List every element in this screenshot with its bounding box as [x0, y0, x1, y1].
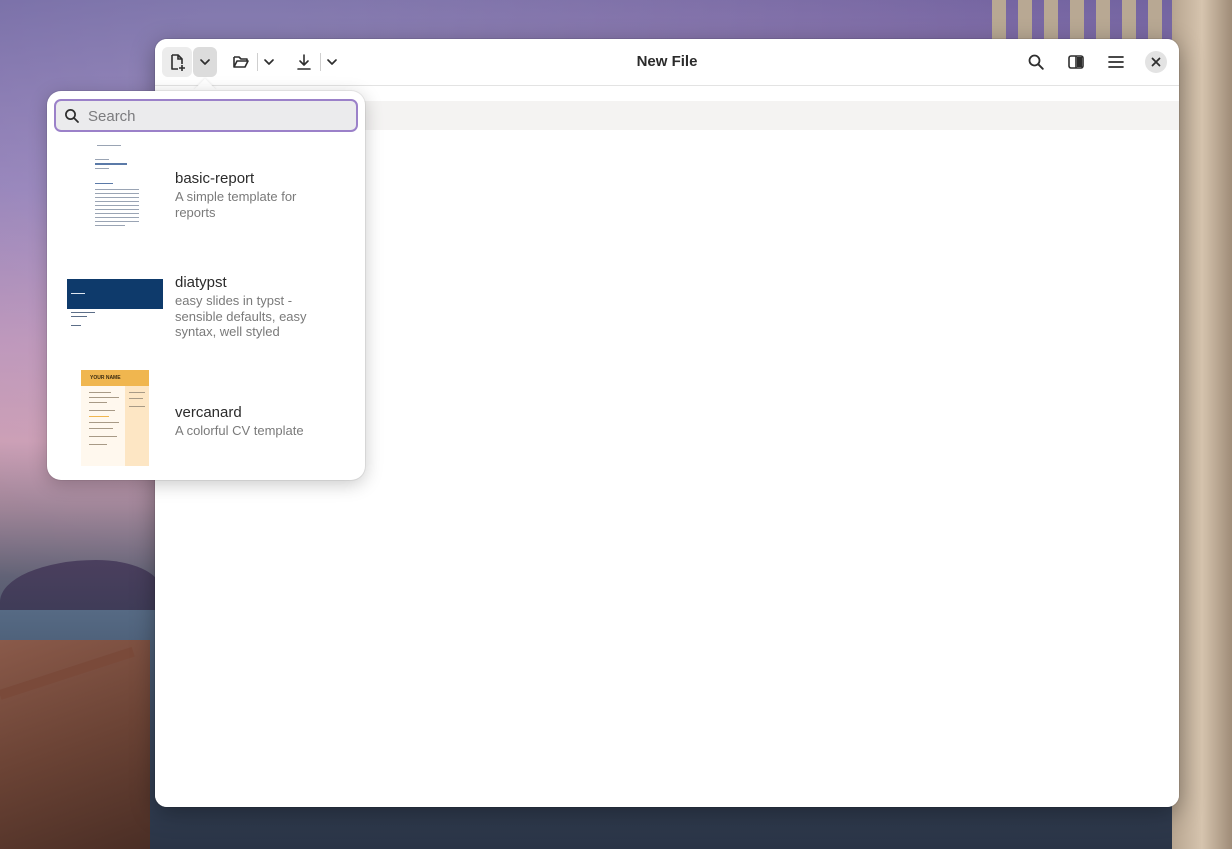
- template-search-field[interactable]: [54, 99, 358, 132]
- template-search-input[interactable]: [86, 103, 350, 130]
- search-button[interactable]: [1021, 47, 1051, 77]
- new-file-icon: [171, 54, 185, 71]
- template-name: vercanard: [175, 404, 242, 421]
- chevron-down-icon: [264, 59, 274, 65]
- template-item-diatypst[interactable]: diatypst easy slides in typst - sensible…: [47, 267, 365, 367]
- new-file-menu-button[interactable]: [193, 47, 217, 77]
- thumbnail-heading: YOUR NAME: [90, 375, 121, 381]
- separator: [320, 53, 321, 71]
- split-view-icon: [1068, 55, 1084, 69]
- template-description: A simple template for reports: [175, 189, 297, 220]
- chevron-down-icon: [200, 59, 210, 65]
- header-bar: New File: [155, 39, 1179, 86]
- main-menu-button[interactable]: [1101, 47, 1131, 77]
- template-description: easy slides in typst - sensible defaults…: [175, 293, 307, 339]
- template-name: basic-report: [175, 170, 255, 187]
- template-thumbnail: [67, 279, 163, 331]
- new-file-button[interactable]: [162, 47, 192, 77]
- template-name: diatypst: [175, 274, 227, 291]
- template-popover: basic-report A simple template for repor…: [47, 91, 365, 480]
- close-icon: [1151, 57, 1161, 67]
- search-icon: [1028, 54, 1044, 70]
- folder-open-icon: [233, 56, 249, 68]
- template-thumbnail: [67, 141, 163, 227]
- download-icon: [297, 54, 311, 70]
- close-window-button[interactable]: [1145, 51, 1167, 73]
- open-menu-button[interactable]: [259, 47, 279, 77]
- search-icon: [65, 109, 79, 123]
- open-file-button[interactable]: [226, 47, 256, 77]
- toggle-preview-button[interactable]: [1061, 47, 1091, 77]
- wallpaper-tower: [992, 0, 1232, 849]
- save-menu-button[interactable]: [322, 47, 342, 77]
- template-item-basic-report[interactable]: basic-report A simple template for repor…: [47, 137, 365, 255]
- template-thumbnail: YOUR NAME: [81, 370, 149, 466]
- save-button[interactable]: [289, 47, 319, 77]
- template-item-vercanard[interactable]: YOUR NAME vercanard A colorful CV templa…: [47, 370, 365, 470]
- separator: [257, 53, 258, 71]
- chevron-down-icon: [327, 59, 337, 65]
- hamburger-menu-icon: [1108, 56, 1124, 68]
- template-description: A colorful CV template: [175, 423, 304, 438]
